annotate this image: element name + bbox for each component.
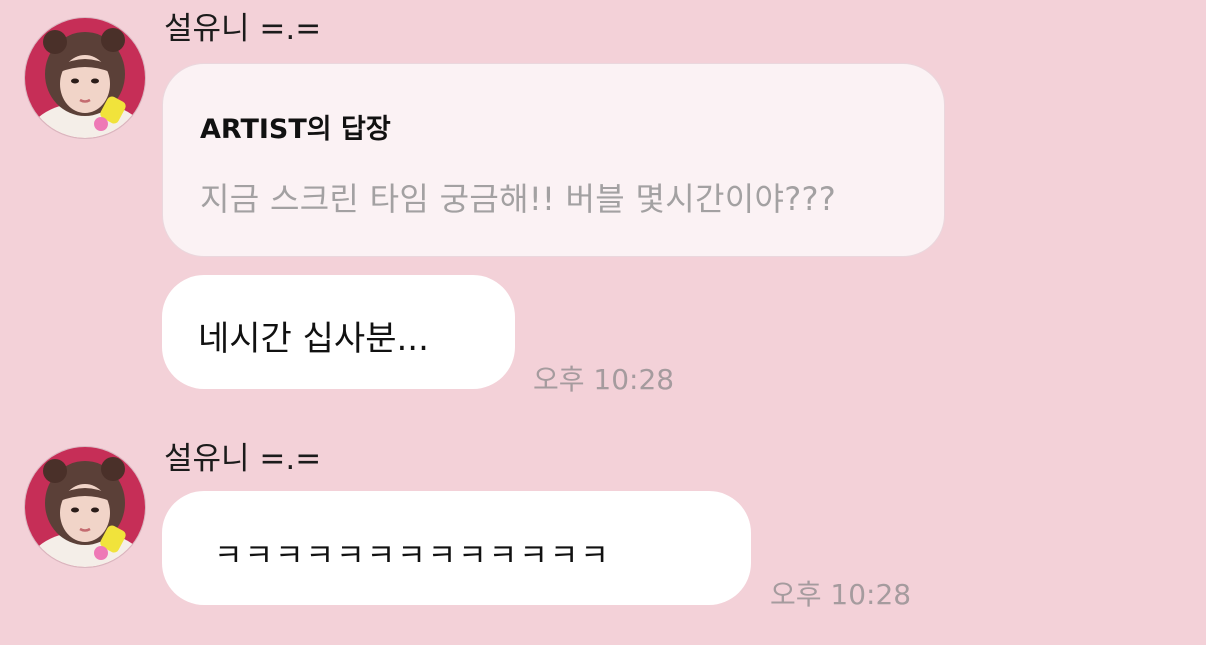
sender-avatar[interactable]	[24, 446, 146, 568]
quoted-message: 지금 스크린 타임 궁금해!! 버블 몇시간이야???	[200, 180, 837, 218]
sender-name: 설유니 =.=	[164, 441, 322, 477]
message-text: 네시간 십사분...	[198, 319, 429, 359]
reply-title: ARTIST의 답장	[200, 114, 391, 145]
message-text: ㅋㅋㅋㅋㅋㅋㅋㅋㅋㅋㅋㅋㅋ	[214, 538, 611, 574]
message-bubble[interactable]: 네시간 십사분...	[162, 275, 515, 389]
message-time: 오후 10:28	[533, 363, 675, 396]
profile-photo	[25, 447, 145, 567]
profile-photo	[25, 18, 145, 138]
message-bubble[interactable]: ㅋㅋㅋㅋㅋㅋㅋㅋㅋㅋㅋㅋㅋ	[162, 491, 751, 605]
message-time: 오후 10:28	[770, 578, 912, 611]
sender-name: 설유니 =.=	[164, 11, 322, 47]
sender-avatar[interactable]	[24, 17, 146, 139]
reply-message-bubble[interactable]: ARTIST의 답장 지금 스크린 타임 궁금해!! 버블 몇시간이야???	[162, 63, 945, 257]
